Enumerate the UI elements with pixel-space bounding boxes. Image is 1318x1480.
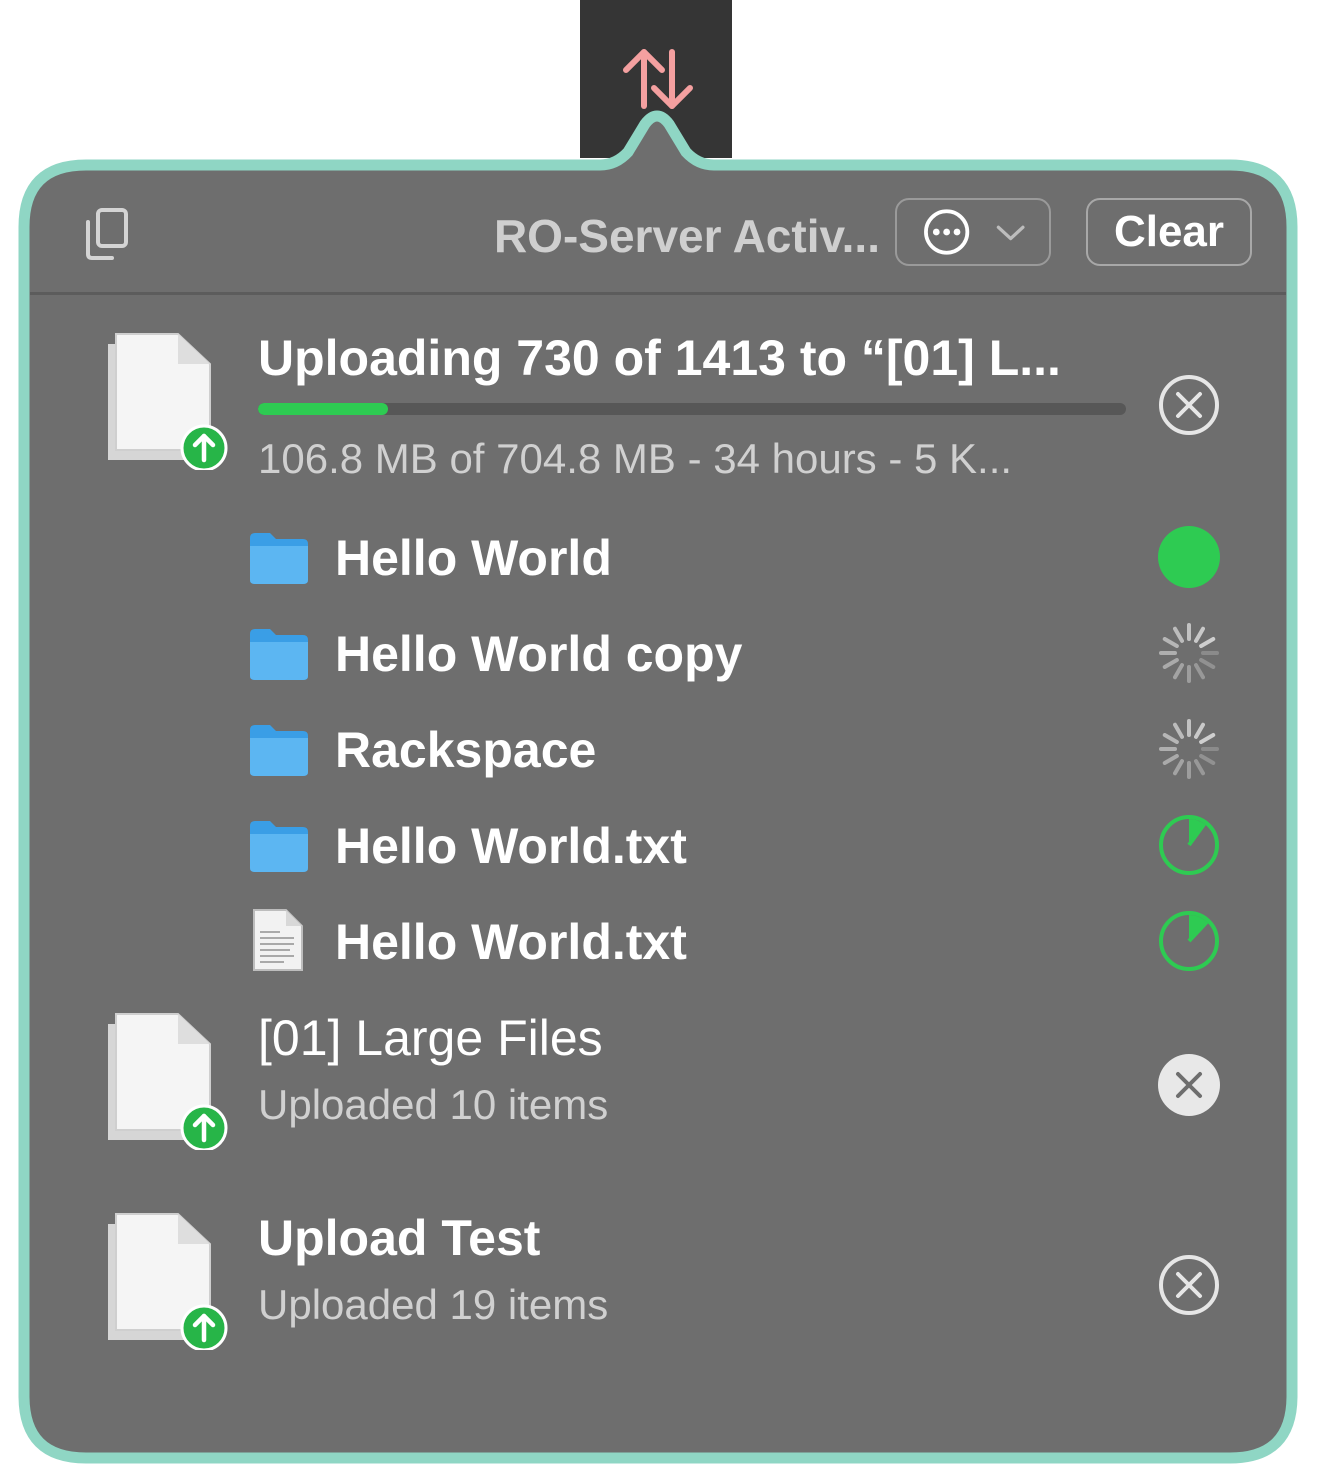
transfer-progress-fill	[258, 403, 389, 415]
transfer-detail: Uploaded 19 items	[258, 1281, 609, 1328]
spinner-spoke	[1194, 626, 1205, 643]
remove-transfer-icon[interactable]	[1156, 1252, 1222, 1318]
spinner-spoke	[1173, 722, 1184, 739]
popover-title: RO-Server Activ...	[493, 210, 880, 262]
spinner-spoke	[1199, 733, 1216, 744]
spinner-spoke	[1194, 663, 1205, 680]
upload-document-icon	[108, 333, 228, 470]
spinner-spoke	[1162, 754, 1179, 765]
complete-status-icon	[1158, 526, 1220, 588]
copy-icon[interactable]	[80, 206, 132, 262]
spinner-spoke	[1199, 658, 1216, 669]
list-item-label: Hello World.txt	[335, 818, 687, 874]
progress-pie-icon	[1159, 815, 1219, 875]
action-menu-button[interactable]	[895, 198, 1051, 266]
stop-transfer-icon[interactable]	[1156, 372, 1222, 438]
remove-transfer-icon[interactable]	[1156, 1052, 1222, 1118]
transfer-detail: Uploaded 10 items	[258, 1081, 609, 1128]
spinner-spoke	[1194, 759, 1205, 776]
chevron-down-icon	[996, 225, 1025, 241]
folder-icon	[250, 725, 308, 776]
spinner-spoke	[1199, 754, 1216, 765]
spinner-icon	[1159, 623, 1219, 683]
spinner-spoke	[1162, 658, 1179, 669]
spinner-spoke	[1173, 759, 1184, 776]
folder-icon	[250, 629, 308, 680]
upload-document-icon	[108, 1013, 228, 1150]
transfer-title: Uploading 730 of 1413 to “[01] L...	[258, 330, 1061, 386]
spinner-spoke	[1173, 626, 1184, 643]
transfer-detail: 106.8 MB of 704.8 MB - 34 hours - 5 K...	[258, 435, 1013, 482]
list-item-label: Hello World copy	[335, 626, 743, 682]
upload-document-icon	[108, 1213, 228, 1350]
spinner-icon	[1159, 719, 1219, 779]
clear-button[interactable]: Clear	[1086, 198, 1252, 266]
spinner-spoke	[1162, 733, 1179, 744]
spinner-spoke	[1199, 637, 1216, 648]
folder-icon	[250, 821, 308, 872]
transfer-title: Upload Test	[258, 1210, 541, 1266]
list-item-label: Hello World	[335, 530, 612, 586]
spinner-spoke	[1194, 722, 1205, 739]
progress-pie-icon	[1159, 911, 1219, 971]
text-file-icon	[253, 909, 303, 971]
ellipsis-circle-icon	[924, 209, 970, 255]
list-item-label: Rackspace	[335, 722, 597, 778]
folder-icon	[250, 533, 308, 584]
transfer-progress-bar	[258, 403, 1126, 415]
transfer-title: [01] Large Files	[258, 1010, 603, 1066]
spinner-spoke	[1173, 663, 1184, 680]
toolbar-separator	[30, 292, 1286, 295]
list-item-label: Hello World.txt	[335, 914, 687, 970]
spinner-spoke	[1162, 637, 1179, 648]
